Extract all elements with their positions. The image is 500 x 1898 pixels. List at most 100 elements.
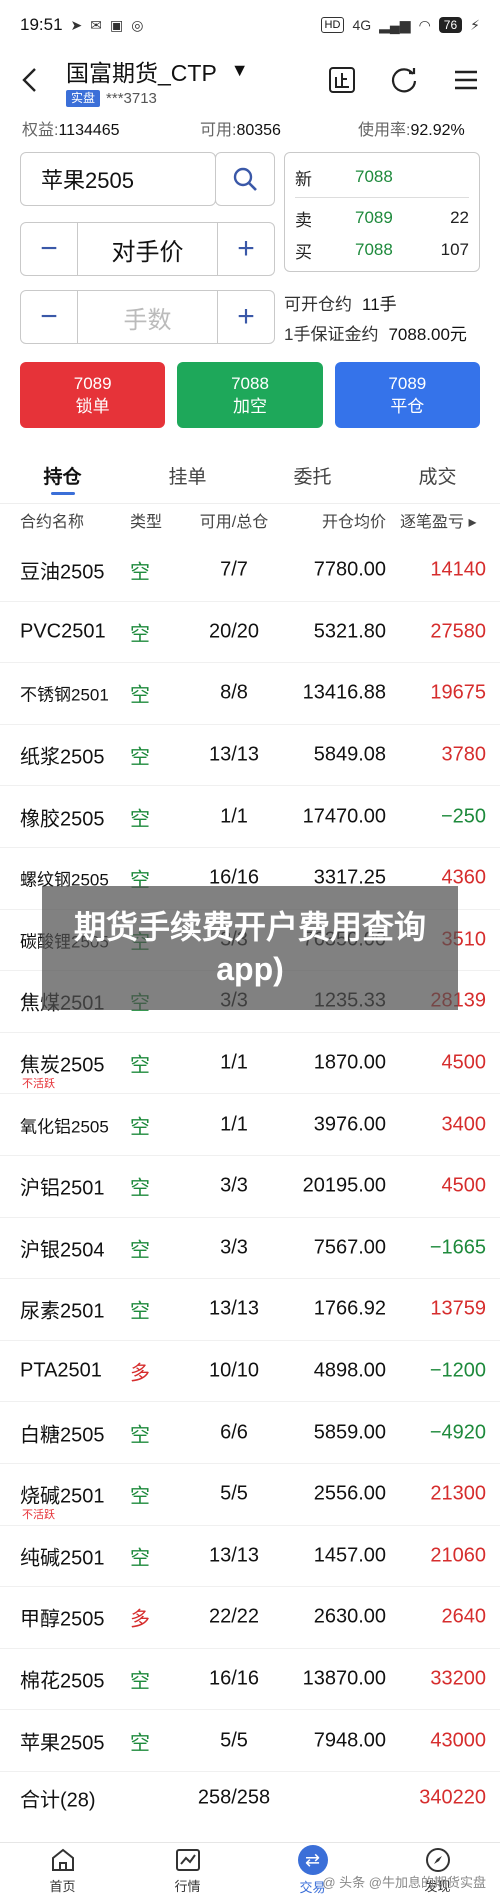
cell-profit-loss: 3400 [441, 1113, 487, 1136]
short-label: 加空 [232, 397, 267, 416]
cell-contract-name: 尿素2501 [20, 1300, 105, 1323]
cell-direction: 空 [130, 1485, 150, 1508]
cell-quantity: 1/1 [220, 1051, 248, 1074]
cell-contract-name: 焦炭2505 [20, 1054, 105, 1077]
cell-open-price: 5859.00 [313, 1421, 386, 1444]
cell-contract-name: 纯碱2501 [20, 1547, 105, 1570]
cell-direction: 空 [130, 1732, 150, 1755]
cell-profit-loss: 19675 [430, 681, 486, 704]
tab-orders[interactable]: 委托 [250, 448, 375, 503]
refresh-icon [391, 68, 417, 93]
cell-contract-name: 豆油2505 [20, 561, 105, 584]
table-row[interactable]: 沪银2504 空 3/3 7567.00 −1665 [0, 1218, 500, 1280]
table-row[interactable]: PVC2501 空 20/20 5321.80 27580 [0, 602, 500, 664]
battery-level: 76 [443, 18, 458, 32]
ask-row[interactable]: 卖 7089 22 [295, 202, 469, 234]
cell-quantity: 1/1 [220, 805, 248, 828]
cell-open-price: 7780.00 [313, 558, 386, 581]
contract-value: 苹果2505 [41, 168, 134, 193]
stop-loss-button[interactable] [322, 60, 362, 100]
header-type: 类型 [130, 514, 163, 531]
bid-row[interactable]: 买 7088 107 [295, 234, 469, 266]
cell-direction: 空 [130, 684, 150, 707]
broker-title: 国富期货_CTP [66, 59, 217, 86]
cell-contract-name: 沪铝2501 [20, 1177, 105, 1200]
total-profit-loss: 340220 [419, 1786, 486, 1809]
lock-order-button[interactable]: 7089 锁单 [20, 362, 166, 428]
cell-contract-name: PVC2501 [20, 620, 106, 643]
cell-open-price: 4898.00 [313, 1359, 386, 1382]
price-plus-button[interactable]: + [218, 223, 274, 275]
tab-pending[interactable]: 挂单 [125, 448, 250, 503]
tab-positions[interactable]: 持仓 [0, 448, 125, 503]
live-account-badge: 实盘 [66, 89, 101, 107]
table-row[interactable]: PTA2501 多 10/10 4898.00 −1200 [0, 1341, 500, 1403]
account-number: ***3713 [106, 89, 157, 107]
charging-icon: ⚡ [470, 16, 480, 33]
signal-icon: ▂▄▆ [379, 16, 411, 33]
table-row[interactable]: 焦炭2505 空 1/1 1870.00 4500 不活跃 [0, 1033, 500, 1095]
header-name: 合约名称 [20, 514, 85, 531]
nav-market[interactable]: 行情 [125, 1843, 250, 1898]
tab-fills[interactable]: 成交 [375, 448, 500, 503]
cell-open-price: 1766.92 [313, 1297, 386, 1320]
add-short-button[interactable]: 7088 加空 [177, 362, 323, 428]
cell-direction: 空 [130, 1054, 150, 1077]
table-row[interactable]: 氧化铝2505 空 1/1 3976.00 3400 [0, 1094, 500, 1156]
lock-price: 7089 [73, 374, 112, 393]
table-row[interactable]: 豆油2505 空 7/7 7780.00 14140 [0, 540, 500, 602]
inactive-badge: 不活跃 [22, 1077, 55, 1090]
table-row[interactable]: 橡胶2505 空 1/1 17470.00 −250 [0, 786, 500, 848]
watermark-overlay: 期货手续费开户费用查询app) [42, 886, 458, 1010]
table-row[interactable]: 沪铝2501 空 3/3 20195.00 4500 [0, 1156, 500, 1218]
quantity-plus-button[interactable]: + [218, 291, 274, 343]
table-row[interactable]: 棉花2505 空 16/16 13870.00 33200 [0, 1649, 500, 1711]
home-icon [51, 1848, 74, 1871]
cell-contract-name: 白糖2505 [20, 1424, 105, 1447]
cell-direction: 空 [130, 561, 150, 584]
search-icon [233, 167, 257, 191]
cell-direction: 空 [130, 1239, 150, 1262]
ask-label: 卖 [295, 210, 312, 230]
table-row[interactable]: 纯碱2501 空 13/13 1457.00 21060 [0, 1526, 500, 1588]
menu-button[interactable] [446, 60, 486, 100]
account-switcher[interactable]: 国富期货_CTP ▼ 实盘 ***3713 [66, 54, 249, 107]
cell-quantity: 10/10 [208, 1359, 260, 1382]
table-row[interactable]: 尿素2501 空 13/13 1766.92 13759 [0, 1279, 500, 1341]
close-position-button[interactable]: 7089 平仓 [334, 362, 480, 428]
cell-contract-name: 苹果2505 [20, 1732, 105, 1755]
nav-home[interactable]: 首页 [0, 1843, 125, 1898]
cell-quantity: 7/7 [220, 558, 248, 581]
table-row[interactable]: 苹果2505 空 5/5 7948.00 43000 [0, 1710, 500, 1772]
cell-direction: 空 [130, 1116, 150, 1139]
table-row[interactable]: 甲醇2505 多 22/22 2630.00 2640 [0, 1587, 500, 1649]
price-minus-button[interactable]: − [21, 223, 77, 275]
quantity-input[interactable]: 手数 [77, 291, 218, 343]
table-row[interactable]: 不锈钢2501 空 8/8 13416.88 19675 [0, 663, 500, 725]
cell-profit-loss: 4500 [441, 1051, 487, 1074]
order-buttons: 7089 锁单 7088 加空 7089 平仓 [20, 362, 480, 428]
table-row[interactable]: 纸浆2505 空 13/13 5849.08 3780 [0, 725, 500, 787]
chart-icon [175, 1849, 200, 1871]
header-price: 开仓均价 [321, 514, 386, 531]
cell-direction: 多 [130, 1362, 150, 1385]
cell-direction: 空 [130, 1670, 150, 1693]
source-watermark: @ 头条 @牛加息的期货实盘 [322, 1875, 486, 1890]
cell-direction: 空 [130, 1547, 150, 1570]
cell-quantity: 6/6 [220, 1421, 248, 1444]
table-row[interactable]: 白糖2505 空 6/6 5859.00 −4920 [0, 1402, 500, 1464]
contract-search-button[interactable] [215, 152, 275, 206]
contract-input[interactable]: 苹果2505 [20, 152, 216, 206]
table-row[interactable]: 烧碱2501 空 5/5 2556.00 21300 不活跃 [0, 1464, 500, 1526]
total-row: 合计(28) 258/258 340220 [0, 1772, 500, 1824]
back-button[interactable] [14, 60, 44, 100]
cell-profit-loss: −1665 [429, 1236, 486, 1259]
cell-quantity: 13/13 [208, 743, 260, 766]
quote-divider [295, 197, 469, 198]
last-price: 7088 [355, 167, 393, 186]
refresh-button[interactable] [384, 60, 424, 100]
quantity-minus-button[interactable]: − [21, 291, 77, 343]
ask-price: 7089 [355, 208, 393, 227]
price-mode-select[interactable]: 对手价 [77, 223, 218, 275]
header-pl[interactable]: 逐笔盈亏 ▸ [400, 508, 496, 532]
